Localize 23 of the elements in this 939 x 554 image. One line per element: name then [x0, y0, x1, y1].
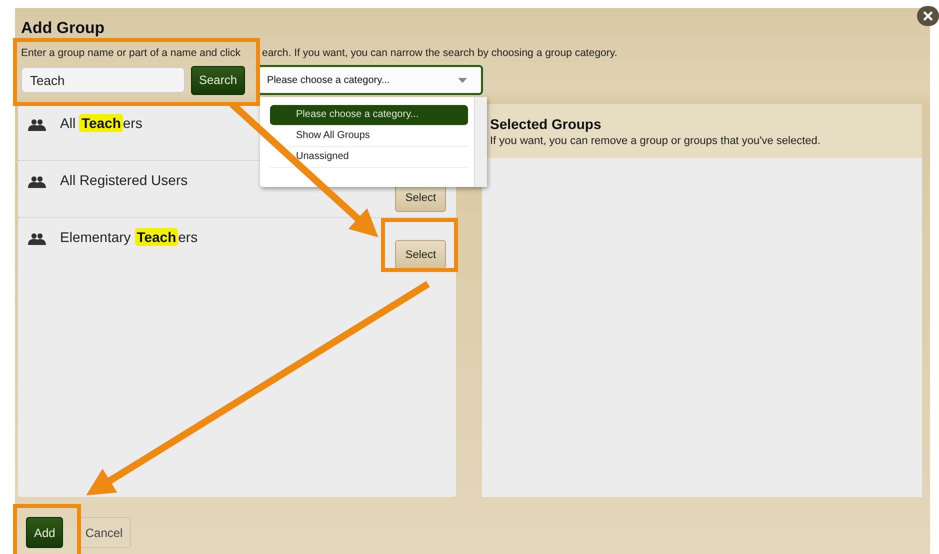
panel-title: Selected Groups: [490, 116, 602, 132]
group-icon: [28, 176, 46, 188]
group-name: All Registered Users: [60, 171, 189, 188]
close-icon: [923, 11, 933, 21]
add-button[interactable]: Add: [26, 517, 64, 548]
search-field[interactable]: Teach: [21, 67, 185, 93]
instructions-text: earch. If you want, you can narrow the search by choosing a group category.: [262, 47, 618, 59]
menu-option[interactable]: Please choose a category...: [270, 105, 468, 126]
dialog-title: Add Group: [21, 20, 106, 38]
group-name: Elementary Teach ers: [60, 228, 199, 245]
close-button[interactable]: [917, 6, 939, 26]
group-icon: [28, 233, 46, 245]
dropdown-arrow-icon: [458, 78, 468, 82]
instructions-text: Enter a group name or part of a name and click: [21, 47, 242, 59]
group-icon: [28, 119, 46, 131]
menu-option[interactable]: Unassigned: [270, 147, 468, 168]
search-button[interactable]: Search: [191, 66, 246, 94]
category-dropdown[interactable]: Please choose a category...: [257, 65, 484, 95]
scrollbar[interactable]: [474, 97, 487, 187]
menu-option[interactable]: Show All Groups: [270, 126, 468, 147]
highlight-frame: [13, 504, 81, 554]
select-button[interactable]: Select: [395, 240, 446, 269]
panel-hint: If you want, you can remove a group or groups that you've selected.: [490, 135, 822, 147]
